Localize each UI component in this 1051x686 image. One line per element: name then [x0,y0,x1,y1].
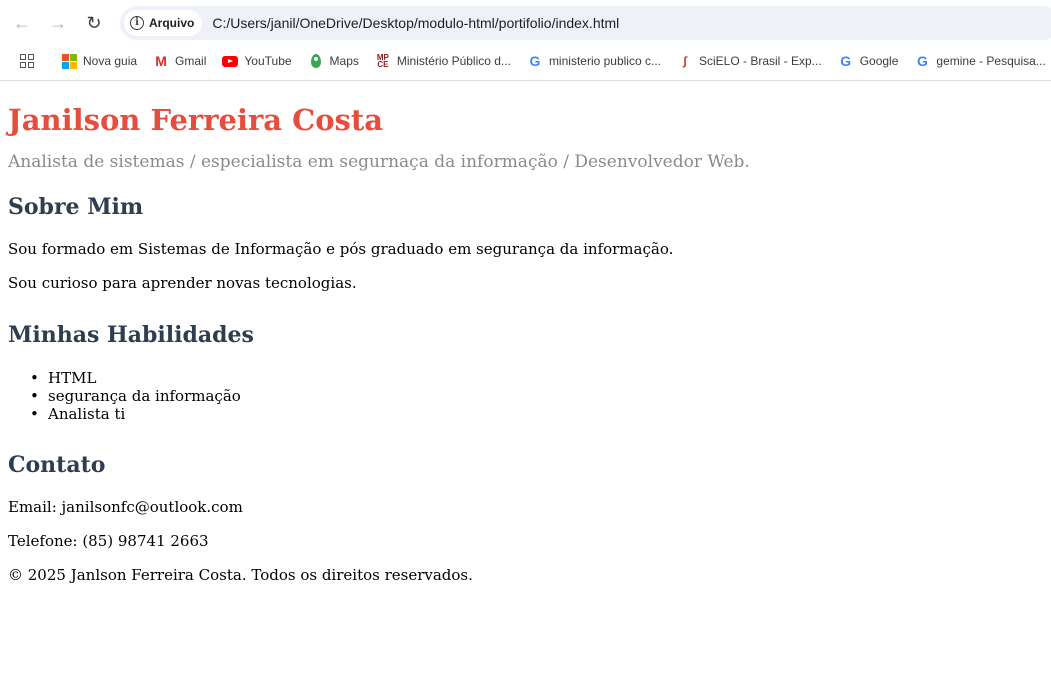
bookmark-label: ministerio publico c... [548,54,661,68]
site-info-label: Arquivo [149,16,195,30]
bookmark-label: Gmail [175,54,207,68]
bookmark-nova-guia[interactable]: Nova guia [62,53,138,69]
bookmark-gemine-search[interactable]: G gemine - Pesquisa... [914,53,1046,69]
maps-icon [308,53,324,69]
browser-toolbar: ← → ↻ i Arquivo C:/Users/janil/OneDrive/… [0,0,1051,46]
google-icon: G [916,53,928,69]
bookmark-label: SciELO - Brasil - Exp... [698,54,822,68]
apps-grid-icon[interactable] [20,54,34,68]
page-content: Janilson Ferreira Costa Analista de sist… [8,81,1043,584]
bookmark-label: Ministério Público d... [396,54,511,68]
list-item: Analista ti [30,405,1043,423]
url-text[interactable]: C:/Users/janil/OneDrive/Desktop/modulo-h… [212,15,619,31]
back-button[interactable]: ← [8,9,36,37]
youtube-icon [222,53,239,69]
bookmark-label: gemine - Pesquisa... [936,54,1046,68]
gmail-icon: M [155,53,167,69]
bookmark-youtube[interactable]: YouTube [222,53,292,69]
about-paragraph-2: Sou curioso para aprender novas tecnolog… [8,274,357,292]
google-icon: G [840,53,852,69]
contact-phone: Telefone: (85) 98741 2663 [8,532,209,550]
bookmark-label: YouTube [244,54,292,68]
bookmark-google[interactable]: G Google [838,53,899,69]
microsoft-icon [62,53,77,69]
page-title: Janilson Ferreira Costa [8,103,384,137]
contact-heading: Contato [8,452,106,478]
scielo-icon: ∫ [683,54,687,68]
forward-button[interactable]: → [44,9,72,37]
bookmark-ministerio-publico[interactable]: MP CE Ministério Público d... [375,53,511,69]
list-item: segurança da informação [30,387,1043,405]
reload-icon: ↻ [86,12,102,33]
bookmark-label: Nova guia [83,54,138,68]
list-item: HTML [30,369,1043,387]
about-heading: Sobre Mim [8,194,144,220]
bookmark-gmail[interactable]: M Gmail [153,53,206,69]
arrow-right-icon: → [49,12,67,33]
about-paragraph-1: Sou formado em Sistemas de Informação e … [8,240,674,258]
page-subtitle: Analista de sistemas / especialista em s… [8,152,750,172]
skills-list: HTML segurança da informação Analista ti [30,369,1043,423]
google-icon: G [529,53,541,69]
bookmark-label: Maps [329,54,359,68]
reload-button[interactable]: ↻ [80,9,108,37]
bookmarks-bar: Nova guia M Gmail YouTube Maps MP CE Mini… [0,46,1051,76]
bookmark-maps[interactable]: Maps [308,53,359,69]
bookmark-ministerio-publico-search[interactable]: G ministerio publico c... [527,53,661,69]
footer-copyright: © 2025 Janlson Ferreira Costa. Todos os … [8,566,473,584]
arrow-left-icon: ← [13,12,31,33]
info-icon: i [130,16,144,30]
contact-email: Email: janilsonfc@outlook.com [8,498,243,516]
bookmark-scielo[interactable]: ∫ SciELO - Brasil - Exp... [677,53,822,69]
bookmark-label: Google [859,54,899,68]
mpce-icon: MP CE [376,53,389,69]
skills-heading: Minhas Habilidades [8,322,254,348]
site-info-chip[interactable]: i Arquivo [124,10,203,36]
address-bar[interactable]: i Arquivo C:/Users/janil/OneDrive/Deskto… [120,6,1051,40]
